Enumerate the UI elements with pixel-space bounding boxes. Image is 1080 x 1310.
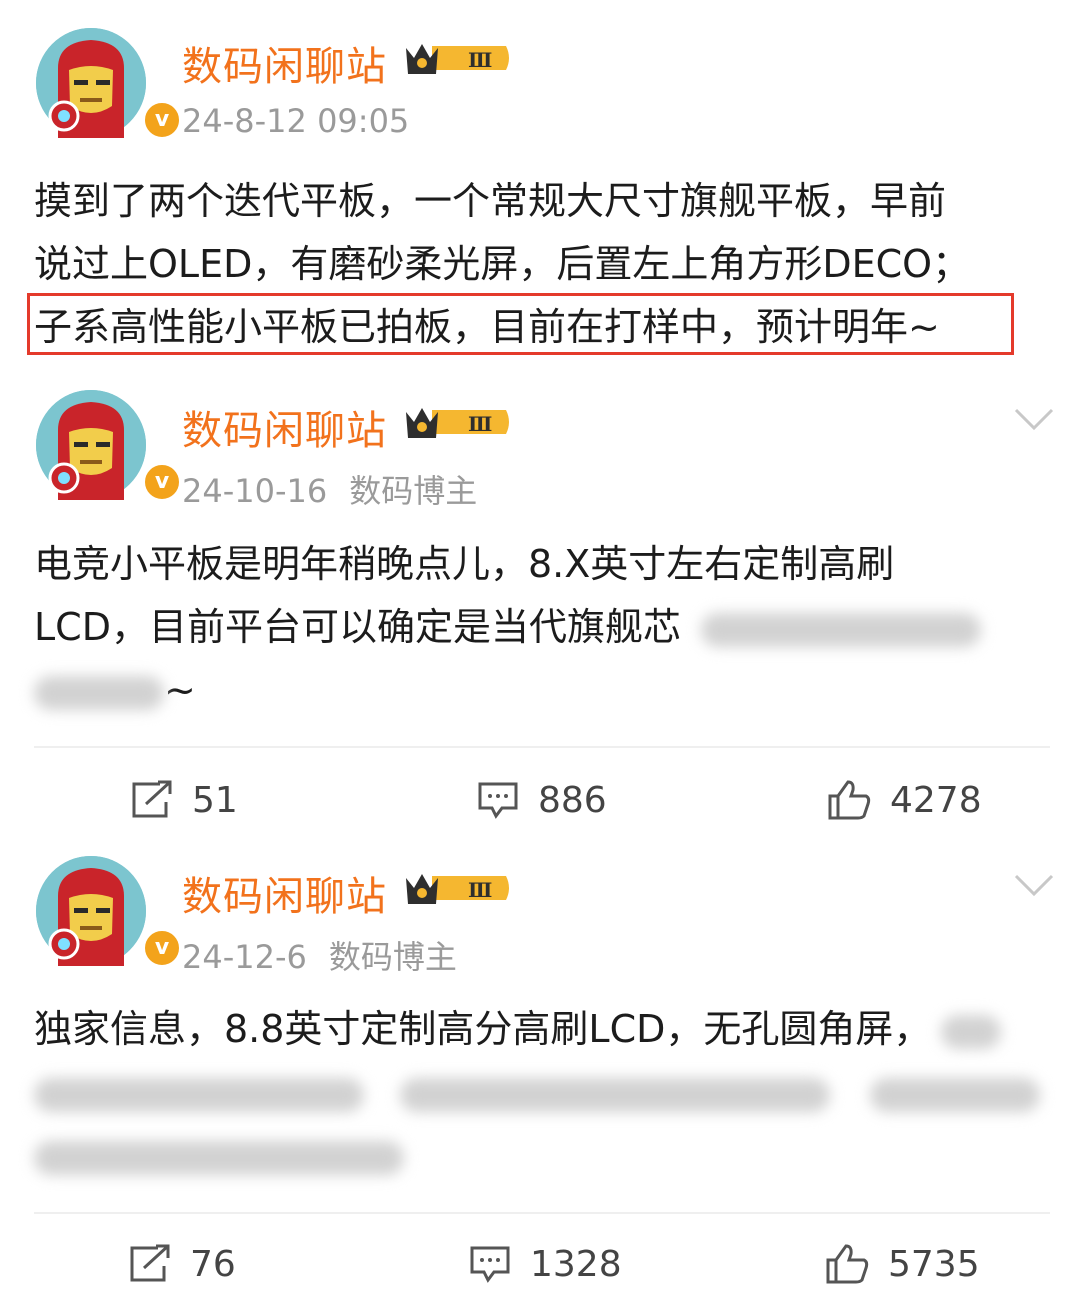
content-line: ~ bbox=[34, 659, 1044, 722]
repost-button[interactable]: 76 bbox=[128, 1234, 236, 1294]
avatar[interactable]: v bbox=[36, 390, 182, 502]
level-label: Ⅲ bbox=[468, 878, 492, 902]
avatar[interactable]: v bbox=[36, 856, 182, 968]
blurred-text bbox=[34, 1077, 364, 1112]
content-line: 电竞小平板是明年稍晚点儿，8.X英寸左右定制高刷 bbox=[34, 542, 895, 586]
post-content: 电竞小平板是明年稍晚点儿，8.X英寸左右定制高刷 LCD，目前平台可以确定是当代… bbox=[34, 533, 1044, 722]
ironman-avatar-icon bbox=[36, 390, 146, 500]
like-count: 5735 bbox=[888, 1243, 980, 1285]
blurred-text bbox=[34, 1140, 404, 1175]
content-text: 独家信息，8.8英寸定制高分高刷LCD，无孔圆角屏， bbox=[34, 1007, 932, 1051]
crown-level-icon[interactable]: Ⅲ bbox=[402, 400, 514, 444]
comment-count: 886 bbox=[538, 779, 607, 821]
post-content: 独家信息，8.8英寸定制高分高刷LCD，无孔圆角屏， bbox=[34, 998, 1044, 1187]
avatar[interactable]: v bbox=[36, 28, 182, 140]
comment-icon bbox=[470, 1246, 510, 1283]
content-line bbox=[34, 1061, 1044, 1124]
repost-button[interactable]: 51 bbox=[130, 770, 238, 830]
blurred-text bbox=[400, 1077, 830, 1112]
chevron-down-icon[interactable] bbox=[1012, 404, 1056, 434]
crown-level-icon[interactable]: Ⅲ bbox=[402, 866, 514, 910]
ironman-avatar-icon bbox=[36, 856, 146, 966]
comment-button[interactable]: 1328 bbox=[468, 1234, 622, 1294]
blurred-text bbox=[34, 675, 164, 710]
username[interactable]: 数码闲聊站 bbox=[182, 398, 387, 456]
repost-icon bbox=[132, 780, 172, 818]
level-label: Ⅲ bbox=[468, 48, 492, 72]
action-bar: 76 1328 5735 bbox=[0, 1234, 1080, 1294]
post-time: 24-8-12 09:05 bbox=[182, 102, 410, 140]
post-time: 24-10-16 bbox=[182, 472, 328, 510]
verified-badge-icon: v bbox=[142, 928, 182, 968]
post-time: 24-12-6 bbox=[182, 938, 307, 976]
like-icon bbox=[828, 780, 871, 820]
content-line bbox=[34, 1124, 1044, 1187]
comment-count: 1328 bbox=[530, 1243, 622, 1285]
like-button[interactable]: 4278 bbox=[826, 770, 982, 830]
verified-badge-icon: v bbox=[142, 100, 182, 140]
content-text: LCD，目前平台可以确定是当代旗舰芯 bbox=[34, 605, 681, 649]
post-source: 数码博主 bbox=[349, 472, 478, 510]
chevron-down-icon[interactable] bbox=[1012, 870, 1056, 900]
post-meta: 24-12-6 数码博主 bbox=[182, 932, 457, 978]
divider bbox=[34, 1212, 1050, 1214]
blurred-text bbox=[941, 1014, 1002, 1049]
blurred-text bbox=[700, 612, 981, 647]
divider bbox=[34, 746, 1050, 748]
content-line: 独家信息，8.8英寸定制高分高刷LCD，无孔圆角屏， bbox=[34, 998, 1044, 1061]
repost-count: 51 bbox=[192, 779, 238, 821]
like-button[interactable]: 5735 bbox=[824, 1234, 980, 1294]
repost-icon bbox=[130, 1244, 170, 1282]
level-label: Ⅲ bbox=[468, 412, 492, 436]
like-count: 4278 bbox=[890, 779, 982, 821]
post-meta: 24-8-12 09:05 bbox=[182, 102, 409, 140]
post-meta: 24-10-16 数码博主 bbox=[182, 466, 477, 512]
repost-count: 76 bbox=[190, 1243, 236, 1285]
content-text: ~ bbox=[164, 668, 196, 712]
comment-button[interactable]: 886 bbox=[476, 770, 607, 830]
action-bar: 51 886 4278 bbox=[0, 770, 1080, 830]
content-line: LCD，目前平台可以确定是当代旗舰芯 bbox=[34, 596, 1044, 659]
content-line: 摸到了两个迭代平板，一个常规大尺寸旗舰平板，早前 bbox=[34, 179, 947, 223]
post-source: 数码博主 bbox=[328, 938, 457, 976]
username[interactable]: 数码闲聊站 bbox=[182, 34, 387, 92]
crown-level-icon[interactable]: Ⅲ bbox=[402, 36, 514, 80]
comment-icon bbox=[478, 782, 518, 819]
content-line: 说过上OLED，有磨砂柔光屏，后置左上角方形DECO； bbox=[34, 242, 971, 286]
ironman-avatar-icon bbox=[36, 28, 146, 138]
like-icon bbox=[826, 1244, 869, 1284]
blurred-text bbox=[870, 1077, 1040, 1112]
verified-badge-icon: v bbox=[142, 462, 182, 502]
username[interactable]: 数码闲聊站 bbox=[182, 864, 387, 922]
highlight-box bbox=[27, 293, 1014, 355]
